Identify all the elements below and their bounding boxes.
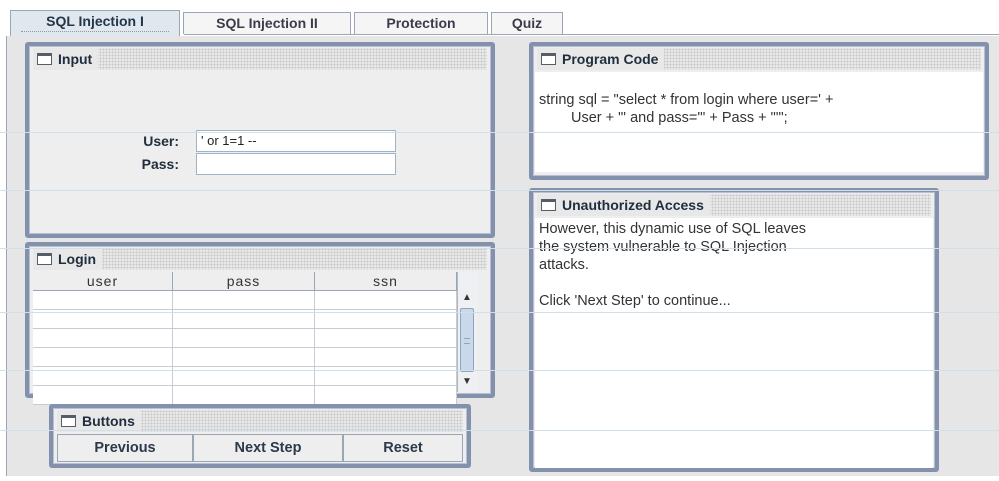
tab-bar: SQL Injection I SQL Injection II Protect… [6, 10, 999, 36]
login-panel: Login user pass ssn ▲ ▼ [25, 242, 495, 405]
tab-divider [184, 34, 999, 35]
input-panel-title: Input [58, 51, 93, 67]
guide-line [0, 312, 999, 313]
column-header-pass[interactable]: pass [172, 272, 316, 291]
tab-sql-injection-1[interactable]: SQL Injection I [10, 10, 180, 36]
message-line-1: However, this dynamic use of SQL leaves [539, 221, 807, 237]
window-icon [541, 53, 556, 65]
guide-line [0, 370, 999, 371]
column-header-ssn[interactable]: ssn [314, 272, 457, 291]
table-row[interactable] [33, 290, 457, 310]
vertical-scrollbar[interactable]: ▲ ▼ [457, 272, 477, 392]
guide-line [0, 248, 999, 249]
column-header-user[interactable]: user [33, 272, 174, 291]
scroll-down-arrow-icon[interactable]: ▼ [459, 374, 475, 390]
message-line-3: attacks. [539, 257, 589, 273]
table-header-row: user pass ssn [33, 272, 457, 291]
reset-button[interactable]: Reset [343, 434, 463, 462]
guide-line [0, 430, 999, 431]
login-panel-header: Login [33, 248, 487, 270]
window-icon [541, 199, 556, 211]
guide-line [0, 132, 999, 133]
window-icon [37, 53, 52, 65]
table-row[interactable] [33, 328, 457, 348]
login-panel-title: Login [58, 251, 97, 267]
program-code-panel-header: Program Code [537, 48, 981, 70]
input-panel: Input User: ' or 1=1 -- Pass: [25, 42, 495, 238]
user-label: User: [143, 133, 179, 149]
window-icon [61, 415, 76, 427]
unauthorized-access-panel-header: Unauthorized Access [537, 194, 931, 216]
program-code-panel-title: Program Code [562, 51, 659, 67]
message-line-4: Click 'Next Step' to continue... [539, 293, 731, 309]
scroll-up-arrow-icon[interactable]: ▲ [459, 290, 475, 306]
table-row[interactable] [33, 385, 457, 405]
login-table: user pass ssn [33, 272, 457, 405]
window-icon [37, 253, 52, 265]
scrollbar-thumb[interactable] [460, 308, 474, 372]
input-panel-header: Input [33, 48, 487, 70]
code-line-1: string sql = "select * from login where … [539, 92, 834, 108]
tab-sql-injection-2[interactable]: SQL Injection II [183, 12, 351, 34]
unauthorized-access-panel-title: Unauthorized Access [562, 197, 704, 213]
program-code-text: string sql = "select * from login where … [535, 72, 983, 172]
program-code-panel: Program Code string sql = "select * from… [529, 42, 989, 180]
buttons-panel: Buttons Previous Next Step Reset [49, 404, 471, 468]
pass-field[interactable] [196, 153, 396, 175]
user-field[interactable]: ' or 1=1 -- [196, 130, 396, 152]
code-line-2: User + "' and pass='" + Pass + "'"; [571, 110, 788, 126]
previous-button[interactable]: Previous [57, 434, 193, 462]
buttons-panel-title: Buttons [82, 413, 135, 429]
tab-content: Input User: ' or 1=1 -- Pass: Login user… [6, 36, 999, 476]
message-line-2: the system vulnerable to SQL Injection [539, 239, 787, 255]
next-step-button[interactable]: Next Step [193, 434, 343, 462]
pass-label: Pass: [141, 156, 179, 172]
tab-protection[interactable]: Protection [354, 12, 488, 34]
guide-line [0, 190, 999, 191]
tab-quiz[interactable]: Quiz [491, 12, 563, 34]
table-row[interactable] [33, 347, 457, 367]
buttons-panel-header: Buttons [57, 410, 463, 432]
